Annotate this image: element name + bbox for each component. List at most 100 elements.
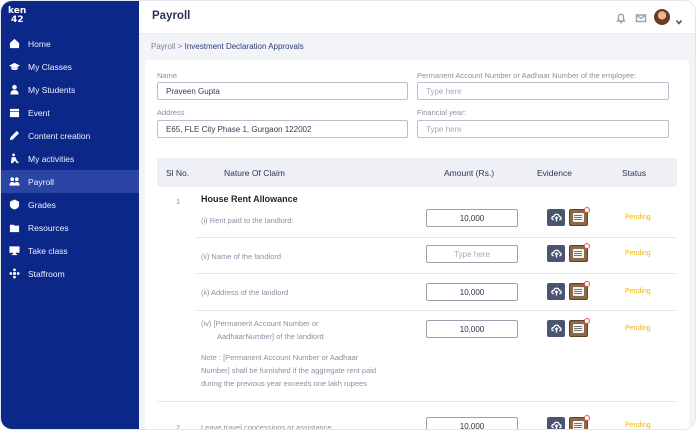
claim-label: (i) Rent paid to the landlord: (201, 216, 294, 225)
note-line: during the previous year exceeds one lak… (201, 379, 367, 388)
row-divider (195, 310, 677, 311)
sidebar-item-resources[interactable]: Resources (1, 216, 139, 239)
sidebar-item-staffroom[interactable]: Staffroom (1, 262, 139, 285)
claim-label: (ii) Address of the landlord (201, 288, 289, 297)
address-field[interactable] (157, 120, 408, 138)
grades-icon (8, 199, 20, 211)
sidebar-item-label: My Students (28, 84, 76, 95)
home-icon (8, 38, 20, 50)
evidence-thumbnail[interactable] (569, 207, 590, 226)
sidebar: ken 42 Home My Classes My Students Event (1, 1, 139, 429)
avatar[interactable] (654, 9, 670, 25)
sidebar-item-my-students[interactable]: My Students (1, 78, 139, 101)
logo-text-bottom: 42 (11, 15, 24, 25)
sidebar-item-grades[interactable]: Grades (1, 193, 139, 216)
top-header: Payroll (139, 1, 695, 34)
claim-label-line2: AadhaarNumber] of the landlord (217, 332, 324, 341)
sidebar-item-my-activities[interactable]: My activities (1, 147, 139, 170)
sidebar-item-content-creation[interactable]: Content creation (1, 124, 139, 147)
app-window: ken 42 Home My Classes My Students Event (0, 0, 696, 430)
status-badge: Pending (625, 288, 651, 295)
pan-label: Permanent Account Number or Aadhaar Numb… (417, 71, 637, 80)
remove-icon[interactable] (584, 207, 590, 213)
remove-icon[interactable] (584, 415, 590, 421)
mail-icon[interactable] (635, 11, 647, 23)
amount-input[interactable] (426, 283, 518, 301)
sidebar-item-label: Grades (28, 199, 56, 210)
activity-icon (8, 153, 20, 165)
sidebar-item-event[interactable]: Event (1, 101, 139, 124)
bell-icon[interactable] (615, 11, 627, 24)
staffroom-icon (8, 268, 20, 280)
upload-button[interactable] (547, 320, 565, 337)
pan-field[interactable] (417, 82, 669, 100)
amount-input[interactable] (426, 417, 518, 429)
upload-button[interactable] (547, 209, 565, 226)
upload-button[interactable] (547, 245, 565, 262)
amount-input[interactable] (426, 245, 518, 263)
evidence-thumbnail[interactable] (569, 318, 590, 337)
group-divider (157, 401, 677, 402)
claim-label: (ii) Name of the landlord (201, 252, 282, 261)
sidebar-item-my-classes[interactable]: My Classes (1, 55, 139, 78)
remove-icon[interactable] (584, 318, 590, 324)
sidebar-item-home[interactable]: Home (1, 32, 139, 55)
row-sl-no: 2 (176, 423, 181, 430)
upload-button[interactable] (547, 283, 565, 300)
sidebar-item-label: Staffroom (28, 268, 65, 279)
amount-input[interactable] (426, 209, 518, 227)
row-divider (195, 237, 677, 238)
sidebar-item-label: My Classes (28, 61, 72, 72)
note-line: Note : [Permanent Account Number or Aadh… (201, 353, 359, 362)
status-badge: Pending (625, 250, 651, 257)
sidebar-nav: Home My Classes My Students Event Conten… (1, 32, 139, 285)
sidebar-item-payroll[interactable]: Payroll (1, 170, 139, 193)
financial-year-field[interactable] (417, 120, 669, 138)
col-evidence: Evidence (537, 168, 572, 178)
financial-year-label: Financial year: (417, 108, 466, 117)
sidebar-item-label: My activities (28, 153, 75, 164)
chevron-down-icon[interactable] (675, 13, 683, 25)
declaration-card: Name Permanent Account Number or Aadhaar… (145, 60, 689, 429)
payroll-icon (8, 176, 20, 188)
sidebar-item-label: Home (28, 38, 51, 49)
note-line: Number] shall be furnished if the aggreg… (201, 366, 377, 375)
amount-input[interactable] (426, 320, 518, 338)
monitor-icon (8, 245, 20, 257)
resources-icon (8, 222, 20, 234)
calendar-icon (8, 107, 20, 119)
status-badge: Pending (625, 214, 651, 221)
cloud-upload-icon (550, 287, 562, 296)
remove-icon[interactable] (584, 281, 590, 287)
sidebar-item-label: Take class (28, 245, 68, 256)
status-badge: Pending (625, 422, 651, 429)
evidence-thumbnail[interactable] (569, 415, 590, 429)
remove-icon[interactable] (584, 243, 590, 249)
sidebar-item-take-class[interactable]: Take class (1, 239, 139, 262)
cloud-upload-icon (550, 421, 562, 429)
cloud-upload-icon (550, 324, 562, 333)
cloud-upload-icon (550, 249, 562, 258)
main-content: Payroll > Investment Declaration Approva… (139, 34, 695, 429)
app-logo[interactable]: ken 42 (8, 7, 28, 29)
col-status: Status (622, 168, 647, 178)
col-nature-of-claim: Nature Of Claim (224, 168, 285, 178)
sidebar-item-label: Event (28, 107, 50, 118)
group-title: House Rent Allowance (201, 194, 298, 204)
student-icon (8, 84, 20, 96)
table-header: Sl No. Nature Of Claim Amount (Rs.) Evid… (157, 158, 677, 187)
upload-button[interactable] (547, 417, 565, 429)
col-sl-no: Sl No. (166, 168, 190, 178)
name-field[interactable] (157, 82, 408, 100)
evidence-thumbnail[interactable] (569, 281, 590, 300)
sidebar-item-label: Resources (28, 222, 69, 233)
claim-label-line1: (iv) [Permanent Account Number or (201, 319, 319, 328)
evidence-thumbnail[interactable] (569, 243, 590, 262)
graduation-cap-icon (8, 61, 20, 73)
breadcrumb: Payroll > Investment Declaration Approva… (151, 42, 304, 51)
cloud-upload-icon (550, 213, 562, 222)
row-sl-no: 1 (176, 197, 181, 206)
pen-icon (8, 130, 20, 142)
breadcrumb-root[interactable]: Payroll (151, 42, 175, 51)
row-divider (195, 273, 677, 274)
